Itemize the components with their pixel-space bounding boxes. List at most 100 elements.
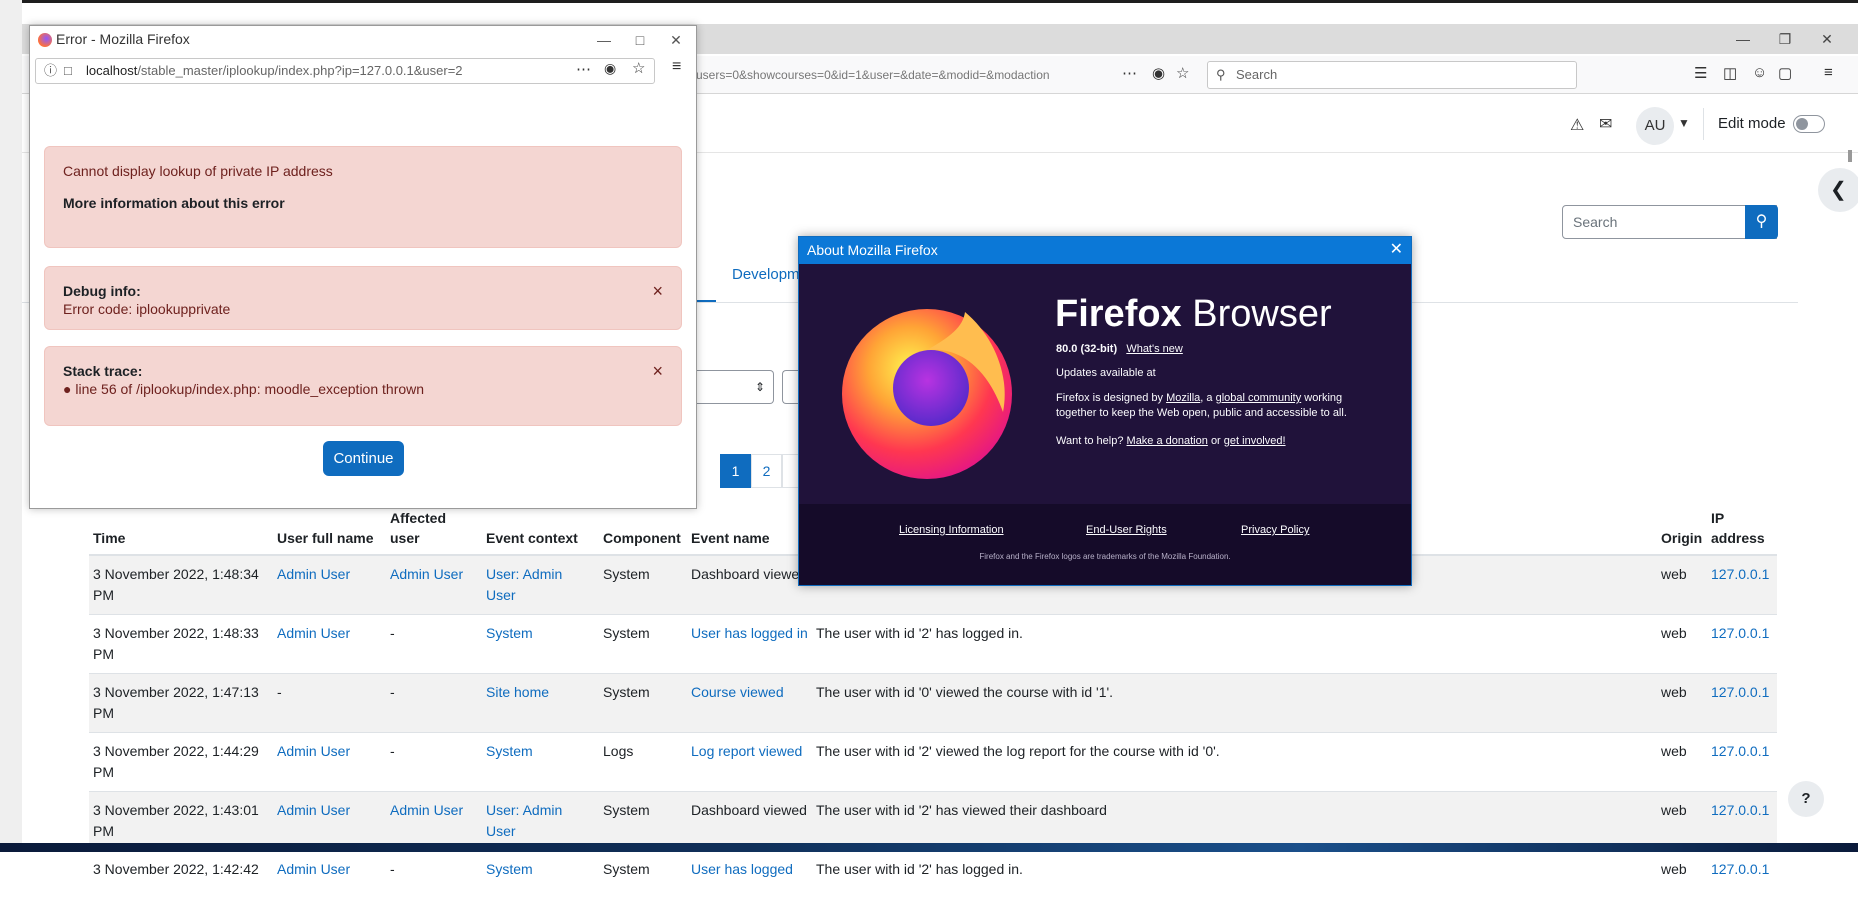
browser-search-input[interactable]: ⚲ Search bbox=[1207, 61, 1577, 89]
main-close-button[interactable]: ✕ bbox=[1812, 28, 1842, 50]
open-drawer-chevron-left-icon[interactable]: ❮ bbox=[1818, 168, 1858, 212]
account-icon[interactable]: ☺ bbox=[1752, 64, 1767, 81]
page-scrollbar[interactable] bbox=[1848, 150, 1852, 162]
page-actions-icon[interactable]: ⋯ bbox=[576, 60, 591, 78]
cell-affected-user-link[interactable]: Admin User bbox=[386, 791, 482, 851]
cell-user-link[interactable]: Admin User bbox=[273, 791, 386, 851]
extension-icon[interactable]: ▢ bbox=[1778, 64, 1792, 82]
main-minimize-button[interactable]: — bbox=[1728, 28, 1758, 50]
header-event-context[interactable]: Event context bbox=[482, 504, 599, 556]
pagination-page-1[interactable]: 1 bbox=[720, 454, 751, 488]
close-stack-icon[interactable]: × bbox=[652, 361, 663, 382]
table-row: 3 November 2022, 1:43:01 PM Admin User A… bbox=[89, 791, 1777, 851]
cell-event-name-link[interactable]: User has logged in bbox=[687, 614, 812, 674]
cell-affected-user-link[interactable]: Admin User bbox=[386, 554, 482, 615]
cell-ip-link[interactable]: 127.0.0.1 bbox=[1707, 791, 1777, 851]
cell-context-link[interactable]: System bbox=[482, 732, 599, 792]
mozilla-link[interactable]: Mozilla bbox=[1166, 392, 1200, 404]
version-text: 80.0 (32-bit) bbox=[1056, 343, 1118, 355]
cell-origin: web bbox=[1657, 554, 1707, 615]
error-close-button[interactable]: ✕ bbox=[658, 28, 694, 52]
header-divider bbox=[1703, 108, 1704, 140]
cell-context-link[interactable]: User: Admin User bbox=[482, 791, 599, 851]
cell-context-link[interactable]: System bbox=[482, 614, 599, 674]
user-avatar[interactable]: AU bbox=[1636, 107, 1674, 145]
pagination-page-2[interactable]: 2 bbox=[751, 454, 782, 488]
notifications-bell-icon[interactable]: ⚠ bbox=[1570, 115, 1584, 135]
close-debug-icon[interactable]: × bbox=[652, 281, 663, 302]
pocket-icon[interactable]: ◉ bbox=[604, 60, 616, 77]
cell-ip-link[interactable]: 127.0.0.1 bbox=[1707, 614, 1777, 674]
site-info-icon[interactable]: ⓘ bbox=[44, 59, 57, 83]
main-url-bar[interactable]: vusers=0&showcourses=0&id=1&user=&date=&… bbox=[690, 62, 1115, 88]
licensing-information-link[interactable]: Licensing Information bbox=[899, 524, 1004, 536]
end-user-rights-link[interactable]: End-User Rights bbox=[1086, 524, 1167, 536]
messages-icon[interactable]: ✉ bbox=[1599, 114, 1612, 134]
firefox-logo-icon bbox=[38, 33, 52, 47]
get-involved-link[interactable]: get involved! bbox=[1224, 435, 1286, 447]
header-time[interactable]: Time bbox=[89, 504, 273, 556]
library-icon[interactable]: ☰ bbox=[1694, 64, 1707, 82]
user-menu-chevron-down-icon[interactable]: ▼ bbox=[1678, 116, 1690, 130]
cell-origin: web bbox=[1657, 791, 1707, 851]
cell-ip-link[interactable]: 127.0.0.1 bbox=[1707, 554, 1777, 615]
pocket-icon[interactable]: ◉ bbox=[1152, 64, 1165, 82]
page-search-button[interactable]: ⚲ bbox=[1745, 205, 1778, 239]
header-component[interactable]: Component bbox=[599, 504, 687, 556]
filter-select[interactable]: ⇕ bbox=[690, 370, 774, 404]
bookmark-star-icon[interactable]: ☆ bbox=[632, 59, 645, 77]
cell-event-name-link[interactable]: Course viewed bbox=[687, 673, 812, 733]
cell-ip-link[interactable]: 127.0.0.1 bbox=[1707, 732, 1777, 792]
cell-context-link[interactable]: User: Admin User bbox=[482, 554, 599, 615]
error-maximize-button[interactable]: □ bbox=[622, 28, 658, 52]
error-url-bar[interactable]: ⓘ □ localhost/stable_master/iplookup/ind… bbox=[35, 58, 655, 84]
help-button[interactable]: ? bbox=[1788, 781, 1824, 817]
tab-development[interactable]: Developm bbox=[732, 266, 800, 283]
main-restore-button[interactable]: ❐ bbox=[1770, 28, 1800, 50]
cell-context-link[interactable]: System bbox=[482, 850, 599, 904]
cell-component: System bbox=[599, 673, 687, 733]
cell-time: 3 November 2022, 1:42:42 bbox=[89, 850, 273, 904]
continue-button[interactable]: Continue bbox=[323, 441, 404, 476]
cell-description: The user with id '2' has viewed their da… bbox=[812, 791, 1657, 851]
stack-trace-alert: Stack trace: ● line 56 of /iplookup/inde… bbox=[44, 346, 682, 426]
page-actions-icon[interactable]: ⋯ bbox=[1122, 64, 1137, 82]
app-menu-icon[interactable]: ≡ bbox=[672, 58, 681, 76]
global-community-link[interactable]: global community bbox=[1216, 392, 1302, 404]
cell-context-link[interactable]: Site home bbox=[482, 673, 599, 733]
bookmark-star-icon[interactable]: ☆ bbox=[1176, 64, 1189, 82]
cell-origin: web bbox=[1657, 732, 1707, 792]
whats-new-link[interactable]: What's new bbox=[1126, 343, 1183, 355]
cell-event-name-link[interactable]: User has logged bbox=[687, 850, 812, 904]
header-user-full-name[interactable]: User full name bbox=[273, 504, 386, 556]
cell-ip-link[interactable]: 127.0.0.1 bbox=[1707, 673, 1777, 733]
make-donation-link[interactable]: Make a donation bbox=[1127, 435, 1208, 447]
edit-mode-toggle[interactable] bbox=[1793, 115, 1825, 133]
app-menu-icon[interactable]: ≡ bbox=[1824, 64, 1833, 81]
search-icon: ⚲ bbox=[1755, 213, 1768, 230]
browser-search-placeholder: Search bbox=[1236, 67, 1278, 82]
debug-info-text: Error code: iplookupprivate bbox=[63, 301, 231, 317]
header-event-name[interactable]: Event name bbox=[687, 504, 812, 556]
cell-time: 3 November 2022, 1:43:01 PM bbox=[89, 791, 273, 851]
cell-ip-link[interactable]: 127.0.0.1 bbox=[1707, 850, 1777, 904]
cell-user-link[interactable]: Admin User bbox=[273, 554, 386, 615]
cell-user-link[interactable]: Admin User bbox=[273, 732, 386, 792]
privacy-policy-link[interactable]: Privacy Policy bbox=[1241, 524, 1309, 536]
header-origin[interactable]: Origin bbox=[1657, 504, 1707, 556]
sidebar-icon[interactable]: ◫ bbox=[1723, 64, 1737, 82]
cell-affected-user: - bbox=[386, 673, 482, 733]
error-minimize-button[interactable]: — bbox=[586, 28, 622, 52]
cell-event-name-link[interactable]: Log report viewed bbox=[687, 732, 812, 792]
cell-time: 3 November 2022, 1:44:29 PM bbox=[89, 732, 273, 792]
cell-description: The user with id '0' viewed the course w… bbox=[812, 673, 1657, 733]
more-info-link[interactable]: More information about this error bbox=[63, 195, 663, 211]
cell-user-link[interactable]: Admin User bbox=[273, 850, 386, 904]
trademark-notice: Firefox and the Firefox logos are tradem… bbox=[979, 552, 1231, 561]
header-ip-address[interactable]: IP address bbox=[1707, 504, 1777, 556]
error-alert: Cannot display lookup of private IP addr… bbox=[44, 146, 682, 248]
cell-user-link[interactable]: Admin User bbox=[273, 614, 386, 674]
error-message: Cannot display lookup of private IP addr… bbox=[63, 163, 333, 179]
about-close-icon[interactable]: ✕ bbox=[1390, 239, 1403, 261]
header-affected-user[interactable]: Affected user bbox=[386, 504, 482, 556]
